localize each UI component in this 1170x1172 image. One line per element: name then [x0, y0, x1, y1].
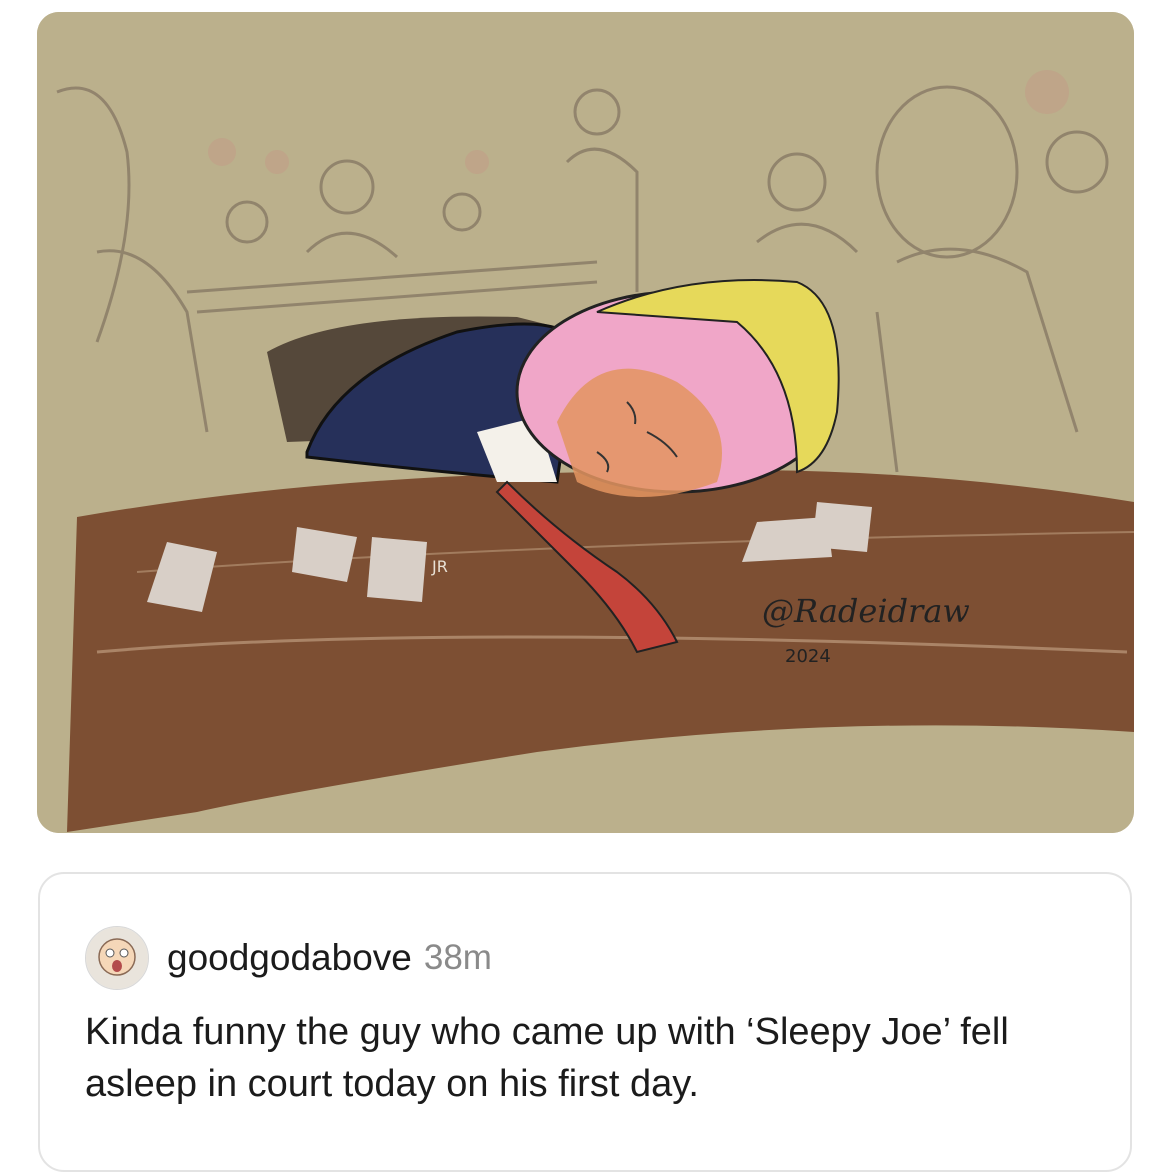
artist-signature: @Radeidraw — [762, 592, 970, 630]
username[interactable]: goodgodabove — [167, 937, 412, 979]
timestamp: 38m — [423, 938, 492, 977]
artist-initials: JR — [431, 557, 448, 576]
comment-text: Kinda funny the guy who came up with ‘Sl… — [85, 1011, 1009, 1105]
courtroom-sketch-illustration: @Radeidraw 2024 JR — [37, 12, 1134, 833]
comment-header: goodgodabove 38m — [85, 926, 492, 990]
artwork-year: 2024 — [785, 646, 831, 667]
post-image[interactable]: @Radeidraw 2024 JR — [37, 12, 1134, 833]
comment-card: goodgodabove 38m Kinda funny the guy who… — [38, 872, 1132, 1172]
avatar-face-icon — [86, 927, 148, 989]
avatar[interactable] — [85, 926, 149, 990]
